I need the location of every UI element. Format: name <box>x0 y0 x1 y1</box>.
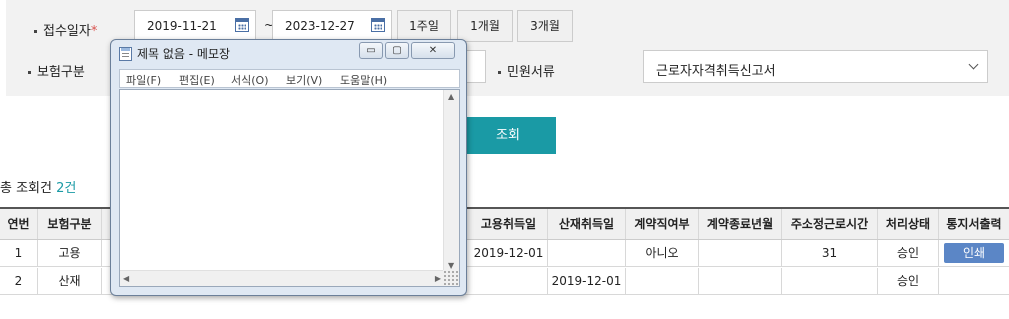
menu-view[interactable]: 보기(V) <box>286 72 322 88</box>
date-to-field[interactable]: 2023-12-27 <box>272 10 392 41</box>
bullet-icon <box>34 30 37 33</box>
bullet-icon <box>498 71 501 74</box>
cell-insurance: 산재 <box>38 268 102 294</box>
cell-no: 1 <box>0 240 38 266</box>
notepad-icon <box>119 47 132 61</box>
close-button[interactable]: ✕ <box>411 42 455 59</box>
total-count: 총 조회건 2건 <box>0 181 77 196</box>
col-header-contract: 계약직여부 <box>626 209 699 239</box>
col-header-print: 통지서출력 <box>946 217 1002 231</box>
cell-emp-date <box>470 268 548 294</box>
menu-file[interactable]: 파일(F) <box>126 72 161 88</box>
scroll-up-icon[interactable]: ▲ <box>448 92 454 101</box>
insurance-type-label: 보험구분 <box>28 61 85 80</box>
cell-insurance: 고용 <box>38 240 102 266</box>
cell-emp-date: 2019-12-01 <box>470 240 548 266</box>
scroll-right-icon[interactable]: ▶ <box>435 274 441 283</box>
cell-hours <box>782 268 878 294</box>
vertical-scrollbar[interactable]: ▲ ▼ <box>443 90 459 272</box>
civil-doc-label: 민원서류 <box>498 61 555 80</box>
date-to-value: 2023-12-27 <box>285 19 355 33</box>
menu-edit[interactable]: 편집(E) <box>179 72 215 88</box>
bullet-icon <box>28 71 31 74</box>
cell-ind-date <box>548 240 626 266</box>
maximize-button[interactable]: ▢ <box>385 42 409 59</box>
menu-help[interactable]: 도움말(H) <box>340 72 387 88</box>
cell-ind-date: 2019-12-01 <box>548 268 626 294</box>
date-from-field[interactable]: 2019-11-21 <box>134 10 256 41</box>
notepad-menubar: 파일(F) 편집(E) 서식(O) 보기(V) 도움말(H) <box>119 69 460 88</box>
notepad-text-area[interactable]: ▲ ▼ ◀ ▶ <box>119 89 460 287</box>
required-mark: * <box>90 24 98 39</box>
period-1month-button[interactable]: 1개월 <box>457 10 513 42</box>
search-button[interactable]: 조회 <box>460 117 556 154</box>
calendar-icon[interactable] <box>235 18 249 32</box>
cell-status: 승인 <box>878 240 939 266</box>
cell-contract-end <box>699 240 782 266</box>
cell-print: 인쇄 <box>939 240 1009 266</box>
chevron-down-icon <box>968 59 979 70</box>
total-count-value: 2건 <box>56 181 77 196</box>
cell-contract: 아니오 <box>626 240 699 266</box>
receipt-date-label: 접수일자* <box>34 20 97 39</box>
col-header-hours: 주소정근로시간 <box>782 209 878 239</box>
horizontal-scrollbar[interactable]: ◀ ▶ <box>120 270 444 286</box>
col-header-ind-date: 산재취득일 <box>548 209 626 239</box>
col-header-status: 처리상태 <box>878 209 939 239</box>
col-header-emp-date: 고용취득일 <box>470 209 548 239</box>
scroll-down-icon[interactable]: ▼ <box>448 261 454 270</box>
resize-grip-icon[interactable] <box>443 270 459 286</box>
civil-doc-select[interactable]: 근로자자격취득신고서 <box>643 50 988 83</box>
civil-doc-value: 근로자자격취득신고서 <box>656 64 776 79</box>
calendar-icon[interactable] <box>371 18 385 32</box>
col-header-no: 연번 <box>0 209 38 239</box>
col-header-contract-end: 계약종료년월 <box>699 209 782 239</box>
menu-format[interactable]: 서식(O) <box>231 72 268 88</box>
date-from-value: 2019-11-21 <box>147 19 217 33</box>
minimize-button[interactable]: ▭ <box>359 42 383 59</box>
cell-print <box>939 268 1009 294</box>
period-1week-button[interactable]: 1주일 <box>397 10 451 42</box>
period-3month-button[interactable]: 3개월 <box>517 10 573 42</box>
cell-no: 2 <box>0 268 38 294</box>
cell-status: 승인 <box>878 268 939 294</box>
col-header-insurance: 보험구분 <box>38 209 102 239</box>
cell-contract <box>626 268 699 294</box>
cell-hours: 31 <box>782 240 878 266</box>
scroll-left-icon[interactable]: ◀ <box>123 274 129 283</box>
notepad-window[interactable]: 제목 없음 - 메모장 ▭ ▢ ✕ 파일(F) 편집(E) 서식(O) 보기(V… <box>110 39 467 296</box>
cell-contract-end <box>699 268 782 294</box>
notepad-title: 제목 없음 - 메모장 <box>137 47 231 61</box>
print-button[interactable]: 인쇄 <box>944 243 1004 263</box>
